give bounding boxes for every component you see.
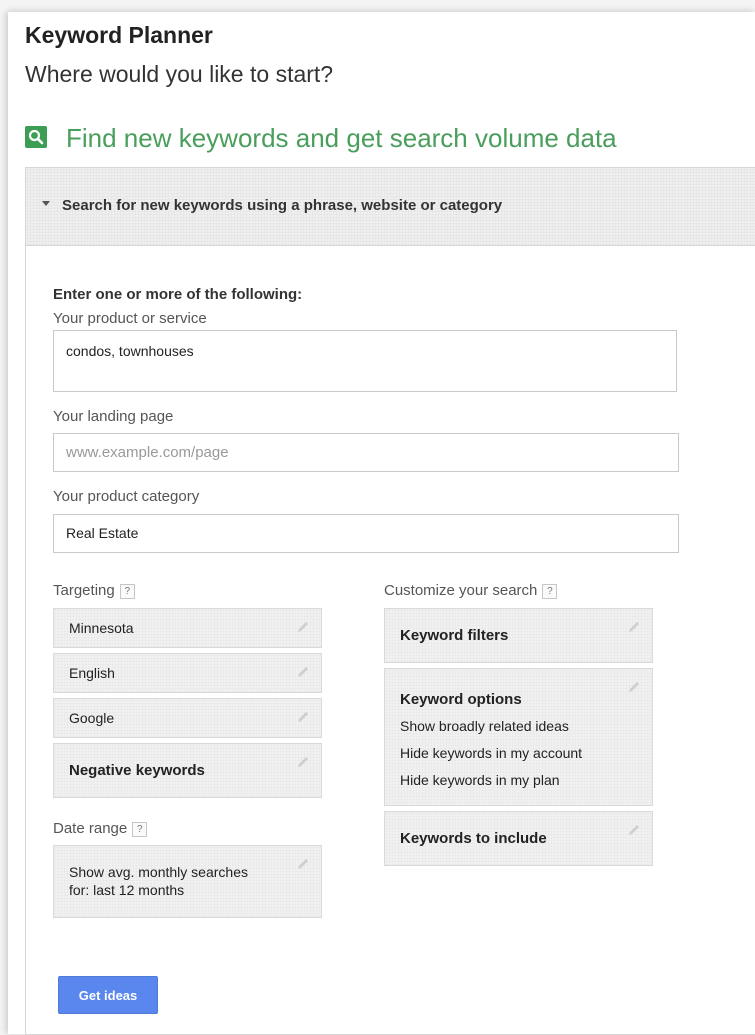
- keyword-option: Show broadly related ideas: [400, 718, 569, 734]
- date-range-line2: for: last 12 months: [69, 882, 185, 898]
- customize-label-text: Customize your search: [384, 582, 538, 599]
- keywords-to-include-label: Keywords to include: [400, 830, 547, 847]
- targeting-location-label: Minnesota: [69, 620, 134, 636]
- keyword-option: Hide keywords in my account: [400, 745, 583, 761]
- targeting-label-text: Targeting: [53, 582, 115, 599]
- get-ideas-button[interactable]: Get ideas: [58, 976, 158, 1014]
- date-range-line1: Show avg. monthly searches: [69, 864, 248, 880]
- keywords-to-include-tile[interactable]: Keywords to include: [384, 811, 653, 866]
- pencil-icon[interactable]: [626, 679, 642, 695]
- section-title[interactable]: Find new keywords and get search volume …: [66, 123, 617, 154]
- targeting-network[interactable]: Google: [53, 698, 322, 738]
- help-icon[interactable]: ?: [542, 583, 558, 599]
- targeting-label: Targeting?: [53, 582, 135, 599]
- pencil-icon[interactable]: [295, 619, 311, 635]
- keyword-options-title: Keyword options: [400, 691, 522, 708]
- keyword-option: Hide keywords in my plan: [400, 772, 560, 788]
- product-label: Your product or service: [53, 310, 207, 327]
- help-icon[interactable]: ?: [119, 583, 135, 599]
- keyword-options-tile[interactable]: Keyword options Show broadly related ide…: [384, 668, 653, 806]
- category-input[interactable]: Real Estate: [53, 514, 679, 553]
- product-input[interactable]: condos, townhouses: [53, 330, 677, 392]
- page-subtitle: Where would you like to start?: [25, 61, 334, 87]
- page-title: Keyword Planner: [25, 22, 213, 48]
- negative-keywords-tile[interactable]: Negative keywords: [53, 743, 322, 798]
- search-icon: [25, 126, 47, 148]
- customize-label: Customize your search?: [384, 582, 558, 599]
- landing-page-input[interactable]: www.example.com/page: [53, 433, 679, 472]
- date-range-label-text: Date range: [53, 820, 128, 837]
- help-icon[interactable]: ?: [132, 821, 148, 837]
- targeting-language-label: English: [69, 665, 115, 681]
- panel-header-label: Search for new keywords using a phrase, …: [62, 197, 503, 214]
- negative-keywords-label: Negative keywords: [69, 762, 205, 779]
- pencil-icon[interactable]: [295, 856, 311, 872]
- search-panel: Search for new keywords using a phrase, …: [25, 167, 755, 1035]
- date-range-label: Date range?: [53, 820, 148, 837]
- pencil-icon[interactable]: [295, 754, 311, 770]
- targeting-location[interactable]: Minnesota: [53, 608, 322, 648]
- keyword-filters-tile[interactable]: Keyword filters: [384, 608, 653, 663]
- pencil-icon[interactable]: [295, 664, 311, 680]
- landing-page-label: Your landing page: [53, 408, 174, 425]
- keyword-planner-page: Keyword Planner Where would you like to …: [8, 12, 755, 1035]
- panel-header[interactable]: Search for new keywords using a phrase, …: [26, 168, 755, 246]
- caret-down-icon: [42, 201, 50, 206]
- targeting-network-label: Google: [69, 710, 115, 726]
- pencil-icon[interactable]: [295, 709, 311, 725]
- category-label: Your product category: [53, 488, 200, 505]
- pencil-icon[interactable]: [626, 619, 642, 635]
- targeting-language[interactable]: English: [53, 653, 322, 693]
- keyword-filters-label: Keyword filters: [400, 627, 509, 644]
- intro-label: Enter one or more of the following:: [53, 286, 303, 303]
- date-range-tile[interactable]: Show avg. monthly searches for: last 12 …: [53, 845, 322, 918]
- pencil-icon[interactable]: [626, 822, 642, 838]
